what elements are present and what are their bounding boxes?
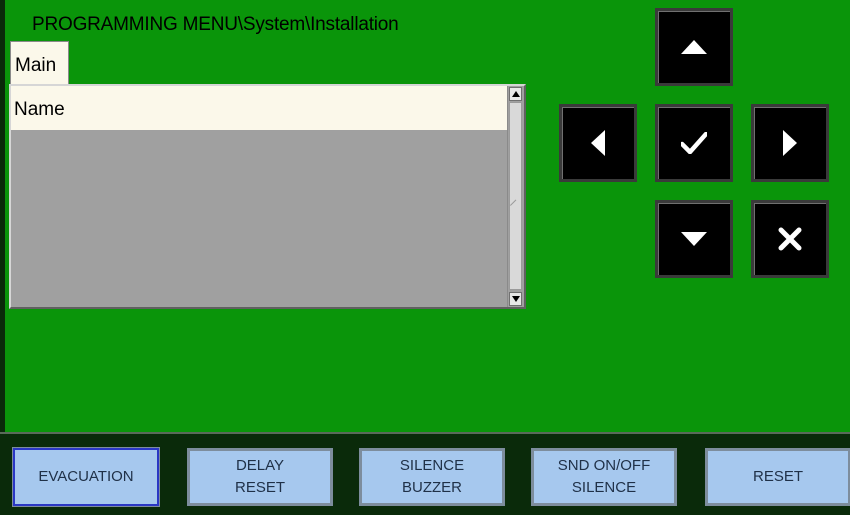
nav-right-button[interactable] (751, 104, 829, 182)
arrow-left-icon (591, 130, 605, 156)
scroll-down-icon (512, 296, 520, 302)
screen: PROGRAMMING MENU\System\Installation Mai… (0, 0, 850, 515)
scroll-down-button[interactable] (509, 292, 522, 306)
cross-icon (778, 227, 802, 251)
nav-left-button[interactable] (559, 104, 637, 182)
button-label-line2: BUZZER (402, 479, 462, 496)
scroll-up-icon (512, 91, 520, 97)
tab-label: Main (15, 55, 57, 76)
button-label-line1: EVACUATION (38, 468, 134, 485)
checkmark-icon (681, 132, 707, 154)
tab-main[interactable]: Main (10, 41, 69, 85)
scroll-thumb[interactable] (509, 102, 523, 290)
grip-icon (509, 199, 523, 212)
silence-buzzer-button[interactable]: SILENCE BUZZER (359, 448, 505, 506)
nav-up-button[interactable] (655, 8, 733, 86)
snd-on-off-silence-button[interactable]: SND ON/OFF SILENCE (531, 448, 677, 506)
list-item-label: Name (14, 99, 65, 120)
button-label-line1: SND ON/OFF (557, 457, 651, 474)
scroll-up-button[interactable] (509, 87, 522, 101)
button-label-line2: RESET (234, 479, 285, 496)
nav-cancel-button[interactable] (751, 200, 829, 278)
page-title: PROGRAMMING MENU\System\Installation (32, 14, 399, 35)
arrow-up-icon (681, 40, 707, 54)
nav-down-button[interactable] (655, 200, 733, 278)
button-label-line1: RESET (752, 468, 803, 485)
arrow-down-icon (681, 232, 707, 246)
item-list: Name (9, 84, 526, 309)
nav-ok-button[interactable] (655, 104, 733, 182)
list-item[interactable]: Name (11, 86, 507, 130)
button-label-line1: SILENCE (399, 457, 465, 474)
vertical-scrollbar[interactable] (507, 86, 524, 307)
delay-reset-button[interactable]: DELAY RESET (187, 448, 333, 506)
arrow-right-icon (783, 130, 797, 156)
button-label-line1: DELAY (235, 457, 285, 474)
evacuation-button[interactable]: EVACUATION (12, 447, 160, 507)
button-label-line2: SILENCE (571, 479, 637, 496)
reset-button[interactable]: RESET (705, 448, 850, 506)
